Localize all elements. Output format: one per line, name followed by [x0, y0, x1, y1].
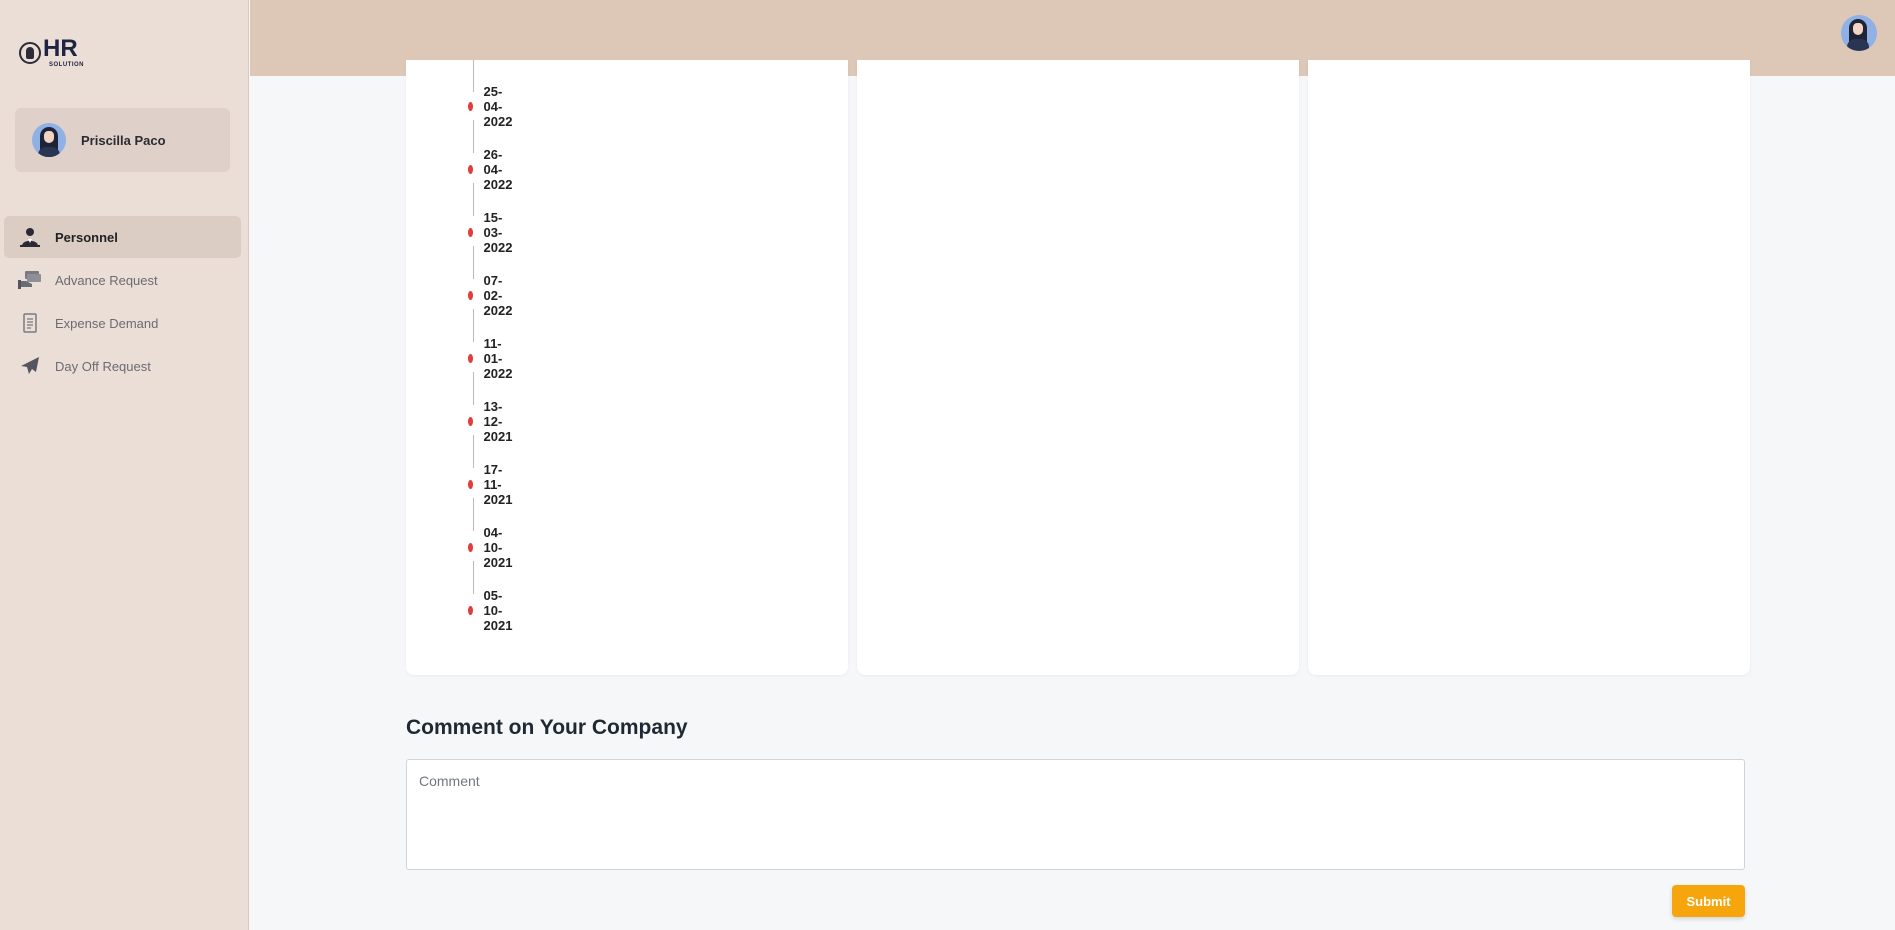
timeline-connector — [473, 561, 474, 594]
timeline-connector — [473, 60, 474, 92]
timeline-item: 07-02-2022 — [434, 273, 517, 318]
header-avatar[interactable] — [1841, 15, 1877, 51]
timeline-date: 05-10-2021 — [483, 587, 513, 633]
sidebar-item-label: Advance Request — [55, 272, 158, 288]
airplane-icon — [18, 354, 42, 378]
receipt-icon — [18, 311, 42, 335]
personnel-icon — [18, 225, 42, 249]
timeline-connector — [473, 372, 474, 405]
timeline-connector — [473, 435, 474, 468]
money-hand-icon — [18, 268, 42, 292]
timeline-item: 25-04-2022 — [434, 84, 517, 129]
logo-emblem-icon — [19, 41, 41, 64]
timeline-connector — [473, 120, 474, 153]
sidebar-item-advance-request[interactable]: Advance Request — [4, 259, 241, 301]
timeline-dot — [468, 101, 473, 111]
sidebar-item-label: Expense Demand — [55, 315, 159, 331]
avatar-woman-icon — [1841, 15, 1877, 51]
timeline-date: 13-12-2021 — [483, 398, 513, 444]
timeline-item: 11-01-2022 — [434, 336, 517, 381]
timeline-item: 13-12-2021 — [434, 399, 517, 444]
sidebar-nav: Personnel Advance Request Expense Demand… — [4, 216, 241, 388]
timeline-dot — [468, 353, 473, 363]
sidebar-item-expense-demand[interactable]: Expense Demand — [4, 302, 241, 344]
timeline-item: 04-10-2021 — [434, 525, 517, 570]
comment-input[interactable] — [406, 759, 1745, 870]
timeline-connector — [473, 309, 474, 342]
timeline-dot — [468, 290, 473, 300]
sidebar-item-label: Personnel — [55, 229, 118, 245]
avatar — [32, 123, 66, 157]
sidebar-item-day-off-request[interactable]: Day Off Request — [4, 345, 241, 387]
timeline-date: 11-01-2022 — [483, 335, 513, 381]
comment-section-title: Comment on Your Company — [406, 716, 688, 739]
timeline-dot — [468, 416, 473, 426]
sidebar: HR SOLUTION Priscilla Paco Personnel Adv… — [0, 0, 249, 930]
timeline-item: 15-03-2022 — [434, 210, 517, 255]
timeline-dot — [468, 164, 473, 174]
app-logo[interactable]: HR SOLUTION — [19, 37, 84, 68]
logo-sub-text: SOLUTION — [49, 62, 84, 68]
content-card-middle — [857, 60, 1299, 675]
timeline-dot — [468, 542, 473, 552]
timeline-dot — [468, 227, 473, 237]
timeline-date: 04-10-2021 — [483, 524, 513, 570]
timeline-item: 17-11-2021 — [434, 462, 517, 507]
timeline-dot — [468, 605, 473, 615]
timeline-date: 15-03-2022 — [483, 209, 513, 255]
sidebar-item-label: Day Off Request — [55, 358, 151, 374]
timeline-item: 26-04-2022 — [434, 147, 517, 192]
timeline-date: 07-02-2022 — [483, 272, 513, 318]
user-card[interactable]: Priscilla Paco — [15, 108, 230, 172]
timeline-dot — [468, 479, 473, 489]
submit-button[interactable]: Submit — [1672, 885, 1745, 917]
user-name: Priscilla Paco — [81, 132, 166, 148]
timeline-item: 05-10-2021 — [434, 588, 517, 633]
content-card-right — [1308, 60, 1750, 675]
timeline-connector — [473, 183, 474, 216]
logo-main-text: HR — [43, 35, 78, 62]
sidebar-item-personnel[interactable]: Personnel — [4, 216, 241, 258]
timeline-date: 26-04-2022 — [483, 146, 513, 192]
timeline-date: 17-11-2021 — [483, 461, 513, 507]
timeline-connector — [473, 246, 474, 279]
timeline-card: 25-04-2022 26-04-2022 15-03-2022 07-02-2022… — [406, 60, 848, 675]
timeline-date: 25-04-2022 — [483, 83, 513, 129]
timeline-connector — [473, 498, 474, 531]
